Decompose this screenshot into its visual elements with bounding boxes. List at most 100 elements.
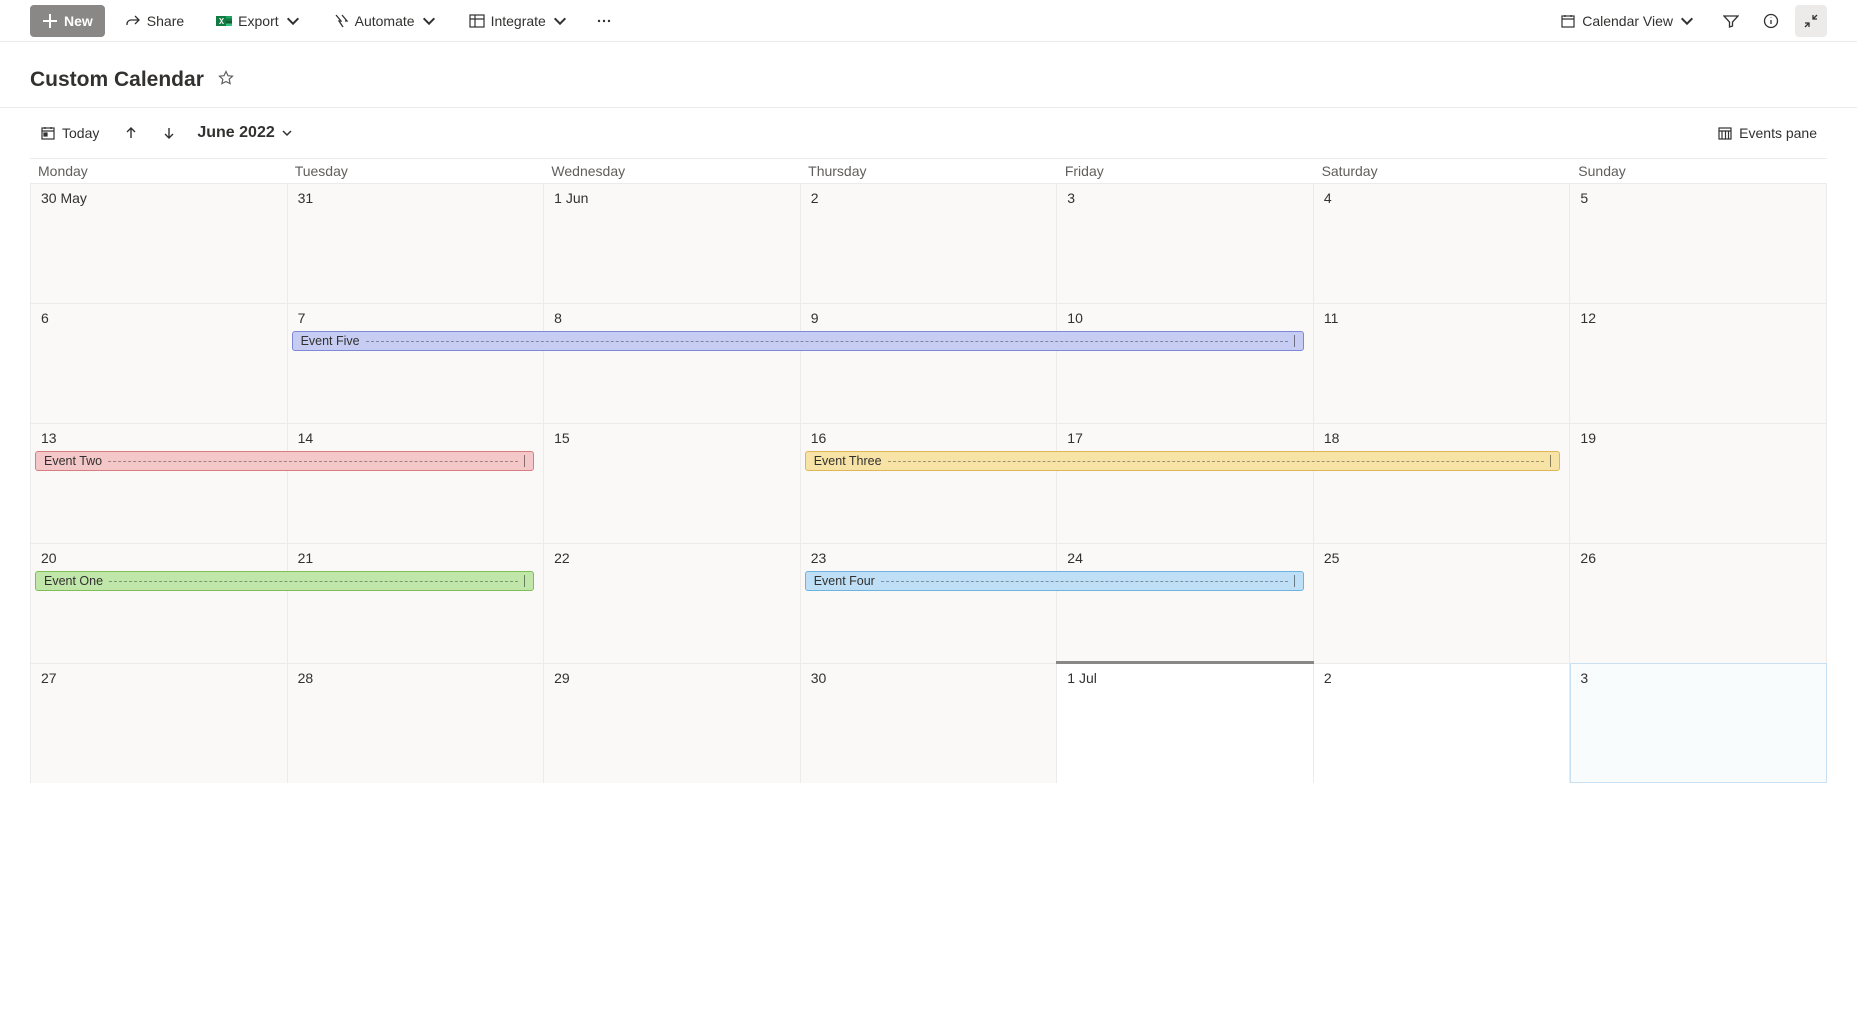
- calendar-cell[interactable]: 15: [544, 423, 801, 543]
- month-picker[interactable]: June 2022: [191, 124, 298, 142]
- calendar-cell[interactable]: 17: [1057, 423, 1314, 543]
- event-endcap: [524, 575, 525, 587]
- calendar-row: 1314151617 18 19 Event Two Event Three: [31, 423, 1827, 543]
- calendar-cell[interactable]: 1 Jul: [1057, 663, 1314, 783]
- day-number: 2: [811, 190, 819, 206]
- event-title: Event One: [44, 574, 103, 588]
- calendar-cell[interactable]: 2: [1314, 663, 1571, 783]
- arrow-down-icon: [161, 125, 177, 141]
- events-layer: Event Two Event Three: [31, 451, 1827, 473]
- calendar-cell[interactable]: 22: [544, 543, 801, 663]
- calendar-cell[interactable]: 24: [1057, 543, 1314, 663]
- calendar-cell[interactable]: 12: [1570, 303, 1827, 423]
- calendar-cell[interactable]: 20: [31, 543, 288, 663]
- day-number: 1 Jul: [1067, 670, 1097, 686]
- chevron-down-icon: [281, 127, 293, 139]
- event-bar[interactable]: Event One: [35, 571, 534, 591]
- calendar-cell[interactable]: 25: [1314, 543, 1571, 663]
- new-label: New: [64, 13, 93, 29]
- calendar-cell[interactable]: 23: [801, 543, 1058, 663]
- integrate-button[interactable]: Integrate: [457, 5, 580, 37]
- export-button[interactable]: Export: [204, 5, 312, 37]
- calendar-cell[interactable]: 16: [801, 423, 1058, 543]
- title-row: Custom Calendar: [0, 42, 1857, 108]
- day-number: 10: [1067, 310, 1083, 326]
- calendar-cell[interactable]: 4: [1314, 183, 1571, 303]
- calendar-cell[interactable]: 5: [1570, 183, 1827, 303]
- toolbar: New Share Export Automate Integrate Cale…: [0, 0, 1857, 42]
- star-icon: [218, 70, 234, 86]
- more-button[interactable]: [588, 5, 620, 37]
- page-title: Custom Calendar: [30, 68, 204, 92]
- calendar-cell[interactable]: 6: [31, 303, 288, 423]
- calendar-cell[interactable]: 10: [1057, 303, 1314, 423]
- calendar-cell[interactable]: 7: [288, 303, 545, 423]
- calendar-cell[interactable]: 11: [1314, 303, 1571, 423]
- event-title: Event Two: [44, 454, 102, 468]
- info-icon: [1763, 13, 1779, 29]
- day-number: 24: [1067, 550, 1083, 566]
- event-endcap: [524, 455, 525, 467]
- event-bar[interactable]: Event Four: [805, 571, 1304, 591]
- calendar-cell[interactable]: 21: [288, 543, 545, 663]
- day-number: 29: [554, 670, 570, 686]
- filter-button[interactable]: [1715, 5, 1747, 37]
- chevron-down-icon: [1679, 13, 1695, 29]
- share-icon: [125, 13, 141, 29]
- calendar-body: 30 May311 Jun23456789101112Event Five131…: [30, 183, 1827, 783]
- calendar-cell[interactable]: 9: [801, 303, 1058, 423]
- calendar-cell[interactable]: 18: [1314, 423, 1571, 543]
- next-month-button[interactable]: [153, 119, 185, 147]
- event-title: Event Four: [814, 574, 875, 588]
- chevron-down-icon: [552, 13, 568, 29]
- automate-icon: [333, 13, 349, 29]
- calendar: Monday Tuesday Wednesday Thursday Friday…: [0, 158, 1857, 813]
- calendar-cell[interactable]: 3: [1057, 183, 1314, 303]
- automate-button[interactable]: Automate: [321, 5, 449, 37]
- excel-icon: [216, 13, 232, 29]
- today-label: Today: [62, 125, 99, 141]
- prev-month-button[interactable]: [115, 119, 147, 147]
- calendar-cell[interactable]: 28: [288, 663, 545, 783]
- day-number: 11: [1324, 310, 1339, 326]
- calendar-cell[interactable]: 31: [288, 183, 545, 303]
- day-number: 3: [1067, 190, 1075, 206]
- integrate-label: Integrate: [491, 13, 546, 29]
- calendar-cell[interactable]: 27: [31, 663, 288, 783]
- event-bar[interactable]: Event Five: [292, 331, 1304, 351]
- event-bar[interactable]: Event Three: [805, 451, 1561, 471]
- calendar-cell[interactable]: 30: [801, 663, 1058, 783]
- collapse-button[interactable]: [1795, 5, 1827, 37]
- calendar-cell[interactable]: 30 May: [31, 183, 288, 303]
- calendar-cell[interactable]: 26: [1570, 543, 1827, 663]
- day-number: 19: [1580, 430, 1596, 446]
- event-bar[interactable]: Event Two: [35, 451, 534, 471]
- calendar-cell[interactable]: 3: [1570, 663, 1827, 783]
- info-button[interactable]: [1755, 5, 1787, 37]
- calendar-cell[interactable]: 29: [544, 663, 801, 783]
- weekday-header: Monday Tuesday Wednesday Thursday Friday…: [30, 158, 1827, 183]
- day-number: 18: [1324, 430, 1340, 446]
- events-pane-button[interactable]: Events pane: [1707, 119, 1827, 147]
- calendar-cell[interactable]: 13: [31, 423, 288, 543]
- event-duration-line: [108, 461, 518, 462]
- event-duration-line: [888, 461, 1545, 462]
- day-number: 28: [298, 670, 314, 686]
- new-button[interactable]: New: [30, 5, 105, 37]
- calendar-cell[interactable]: 14: [288, 423, 545, 543]
- view-label: Calendar View: [1582, 13, 1673, 29]
- today-button[interactable]: Today: [30, 119, 109, 147]
- calendar-cell[interactable]: 19: [1570, 423, 1827, 543]
- day-number: 2: [1324, 670, 1332, 686]
- calendar-cell[interactable]: 1 Jun: [544, 183, 801, 303]
- view-switcher-button[interactable]: Calendar View: [1548, 5, 1707, 37]
- day-number: 27: [41, 670, 57, 686]
- favorite-button[interactable]: [214, 66, 238, 93]
- share-button[interactable]: Share: [113, 5, 196, 37]
- calendar-cell[interactable]: 2: [801, 183, 1058, 303]
- calendar-cell[interactable]: 8: [544, 303, 801, 423]
- integrate-icon: [469, 13, 485, 29]
- day-number: 20: [41, 550, 57, 566]
- day-number: 8: [554, 310, 562, 326]
- weekday-label: Sunday: [1570, 159, 1827, 183]
